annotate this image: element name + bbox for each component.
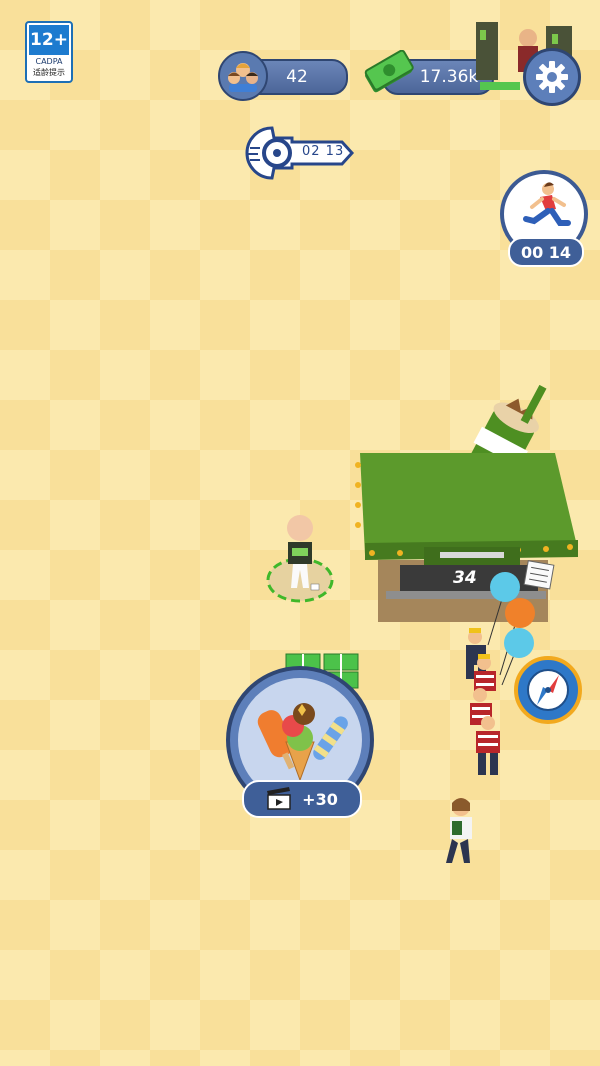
age-rating-badge: 12+ CADPA 适龄提示 xyxy=(25,21,73,83)
age-rating-caption: 适龄提示 xyxy=(33,68,65,77)
age-rating-number: 12+ xyxy=(29,25,69,55)
runner-icon xyxy=(523,182,571,226)
customers-count: 42 xyxy=(286,67,308,87)
speed-key-boost[interactable]: 02 13 xyxy=(244,124,356,182)
cash-icon xyxy=(362,49,414,94)
video-clapper-icon xyxy=(267,787,291,810)
compass-button[interactable] xyxy=(514,656,582,724)
player-character xyxy=(265,512,335,604)
video-reward-button[interactable]: +30 xyxy=(242,780,362,818)
runner-timer-text: 00 14 xyxy=(520,242,572,262)
walking-customer xyxy=(438,795,484,867)
age-rating-org: CADPA xyxy=(35,57,63,66)
speed-key-timer: 02 13 xyxy=(302,144,345,159)
compass-icon xyxy=(527,669,569,711)
settings-button[interactable] xyxy=(523,48,581,106)
customers-icon xyxy=(218,51,268,101)
ice-cream-icon xyxy=(257,703,348,782)
settings-gear-icon xyxy=(536,61,568,93)
runner-boost-timer: 00 14 xyxy=(508,237,584,267)
video-reward-amount: +30 xyxy=(302,789,338,809)
